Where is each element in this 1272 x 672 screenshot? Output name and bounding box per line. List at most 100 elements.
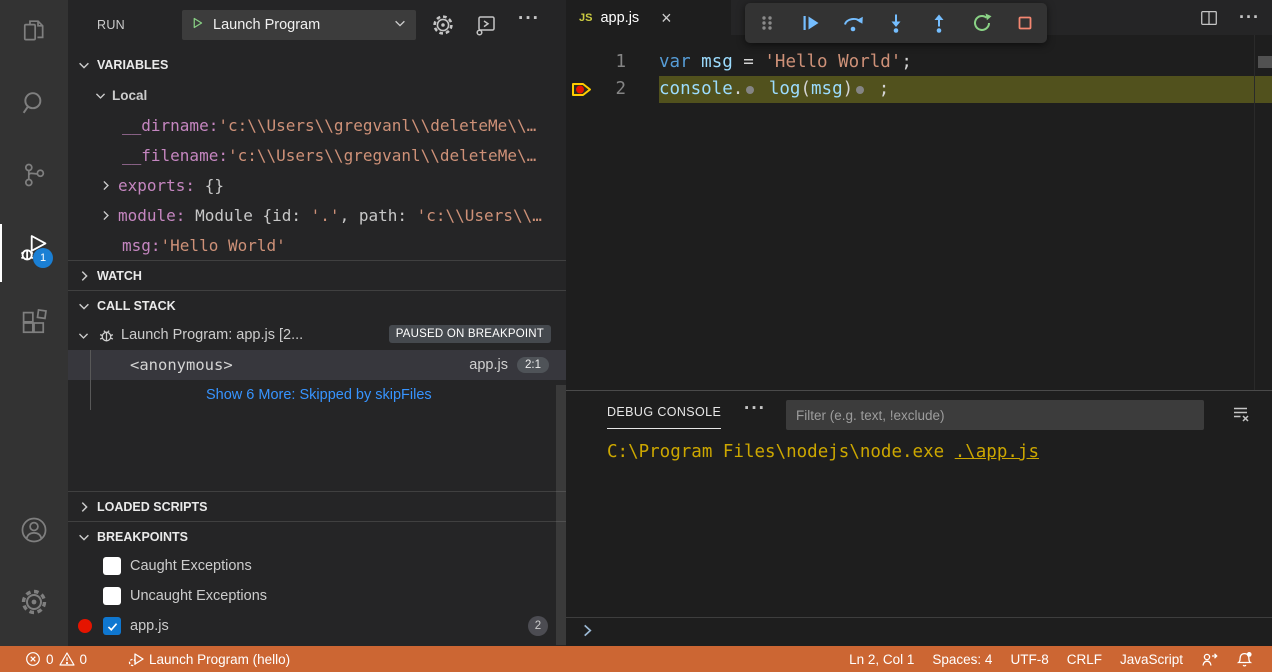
variable-row-filename[interactable]: __filename: 'c:\\Users\\gregvanl\\delete… [68, 140, 566, 170]
chevron-down-icon [77, 299, 91, 313]
panel-more-actions-button[interactable]: ··· [744, 398, 766, 420]
breakpoint-row-caught-exceptions[interactable]: Caught Exceptions [68, 551, 566, 581]
chevron-down-icon [77, 58, 91, 72]
code-line-2: console. log(msg) ; [566, 76, 1256, 103]
vscode-window: 1 RUN Launch Program ··· VAR [0, 0, 1272, 672]
chevron-right-icon [99, 179, 112, 192]
encoding[interactable]: UTF-8 [1001, 646, 1057, 672]
checkbox-unchecked[interactable] [103, 587, 121, 605]
restart-button[interactable] [960, 3, 1003, 43]
call-stack-session-row[interactable]: Launch Program: app.js [2... PAUSED ON B… [68, 320, 566, 350]
console-filter-input[interactable] [786, 400, 1204, 430]
extensions-icon [19, 308, 49, 343]
eol-sequence[interactable]: CRLF [1058, 646, 1111, 672]
sidebar-item-accounts[interactable] [0, 508, 68, 556]
editor-more-actions-button[interactable]: ··· [1239, 7, 1260, 28]
toolbar-drag-handle[interactable] [745, 3, 788, 43]
step-out-button[interactable] [917, 3, 960, 43]
launch-config-dropdown[interactable]: Launch Program [182, 10, 416, 40]
call-stack-section-header[interactable]: CALL STACK [68, 290, 566, 320]
breakpoint-count-badge: 2 [528, 616, 548, 636]
debug-session-badge: 1 [33, 248, 53, 268]
variable-row-module[interactable]: module: Module {id: '.', path: 'c:\\User… [68, 200, 566, 230]
launch-config-label: Launch Program [213, 17, 384, 33]
open-debug-console-button[interactable] [474, 13, 498, 42]
code-editor[interactable]: 1 2 var msg = 'Hello World'; console. lo… [566, 35, 1272, 390]
checkbox-checked[interactable] [103, 617, 121, 635]
status-bar: 0 0 Launch Program (hello) Ln 2, Col 1 S… [0, 646, 1272, 672]
error-count: 0 [46, 652, 54, 667]
breakpoint-dot-icon [78, 619, 92, 633]
gear-icon [19, 587, 49, 622]
language-mode[interactable]: JavaScript [1111, 646, 1192, 672]
sidebar-scrollbar[interactable] [556, 385, 566, 645]
sidebar-item-run-and-debug[interactable]: 1 [0, 226, 68, 274]
problems-indicator[interactable]: 0 0 [16, 646, 96, 672]
chevron-right-icon [77, 269, 91, 283]
console-prompt-icon[interactable] [580, 623, 595, 643]
breakpoint-row-uncaught-exceptions[interactable]: Uncaught Exceptions [68, 581, 566, 611]
continue-button[interactable] [788, 3, 831, 43]
variable-row-dirname[interactable]: __dirname: 'c:\\Users\\gregvanl\\deleteM… [68, 110, 566, 140]
views-more-actions-button[interactable]: ··· [518, 8, 540, 30]
debug-paused-arrow-icon[interactable] [571, 80, 593, 104]
scope-local[interactable]: Local [68, 80, 566, 110]
indentation[interactable]: Spaces: 4 [923, 646, 1001, 672]
files-icon [19, 16, 49, 51]
sidebar-item-extensions[interactable] [0, 301, 68, 349]
frame-position-badge: 2:1 [517, 357, 549, 373]
tab-appjs[interactable]: JS app.js × [566, 0, 731, 35]
debug-console-panel: DEBUG CONSOLE ··· C:\Program Files\nodej… [566, 390, 1272, 645]
watch-section-header[interactable]: WATCH [68, 260, 566, 290]
frame-file: app.js [469, 357, 508, 373]
debug-toolbar [745, 3, 1047, 43]
paused-on-breakpoint-badge: PAUSED ON BREAKPOINT [389, 325, 551, 343]
breakpoints-section-header[interactable]: BREAKPOINTS [68, 521, 566, 551]
sidebar-item-explorer[interactable] [0, 9, 68, 57]
debug-settings-gear-button[interactable] [431, 13, 455, 42]
step-over-button[interactable] [831, 3, 874, 43]
cursor-position[interactable]: Ln 2, Col 1 [840, 646, 923, 672]
variable-row-msg[interactable]: msg: 'Hello World' [68, 230, 566, 260]
variables-section-header[interactable]: VARIABLES [68, 50, 566, 80]
split-editor-icon[interactable] [1199, 8, 1219, 28]
breakpoint-row-appjs[interactable]: app.js 2 [68, 611, 566, 641]
breakpoints-sections: LOADED SCRIPTS BREAKPOINTS Caught Except… [68, 491, 566, 641]
chevron-down-icon [77, 329, 90, 342]
debug-alt-icon [127, 651, 144, 668]
editor-scrollbar[interactable] [1258, 56, 1272, 68]
play-icon [191, 16, 204, 35]
source-control-icon [19, 160, 49, 195]
sidebar-item-source-control[interactable] [0, 153, 68, 201]
chevron-right-icon [99, 209, 112, 222]
error-icon [25, 651, 41, 667]
call-stack-frame-row[interactable]: <anonymous> app.js 2:1 [68, 350, 566, 380]
loaded-scripts-section-header[interactable]: LOADED SCRIPTS [68, 491, 566, 521]
debug-sections: VARIABLES Local __dirname: 'c:\\Users\\g… [68, 50, 566, 410]
tab-debug-console[interactable]: DEBUG CONSOLE [607, 405, 721, 429]
sidebar-item-manage[interactable] [0, 580, 68, 628]
checkbox-unchecked[interactable] [103, 557, 121, 575]
bug-icon [98, 327, 115, 344]
notifications-bell-icon[interactable] [1227, 646, 1262, 672]
sidebar-item-search[interactable] [0, 81, 68, 129]
chevron-down-icon [77, 530, 91, 544]
search-icon [19, 88, 49, 123]
close-icon[interactable]: × [661, 9, 672, 27]
chevron-down-icon [393, 16, 407, 35]
chevron-down-icon [94, 89, 107, 102]
console-input-separator [566, 617, 1272, 618]
chevron-right-icon [77, 500, 91, 514]
show-more-frames-link[interactable]: Show 6 More: Skipped by skipFiles [68, 380, 566, 410]
warning-icon [59, 651, 75, 667]
variable-row-exports[interactable]: exports: {} [68, 170, 566, 200]
debug-target-indicator[interactable]: Launch Program (hello) [118, 646, 299, 672]
step-into-button[interactable] [874, 3, 917, 43]
activity-bar: 1 [0, 0, 68, 646]
stop-button[interactable] [1003, 3, 1046, 43]
clear-console-icon[interactable] [1231, 404, 1251, 429]
feedback-icon[interactable] [1192, 646, 1227, 672]
code-line-1: var msg = 'Hello World'; [566, 49, 1256, 76]
console-output: C:\Program Files\nodejs\node.exe .\app.j… [607, 442, 1039, 462]
editor-group: JS app.js × ··· 1 2 var msg = 'Hello Wor… [566, 0, 1272, 390]
